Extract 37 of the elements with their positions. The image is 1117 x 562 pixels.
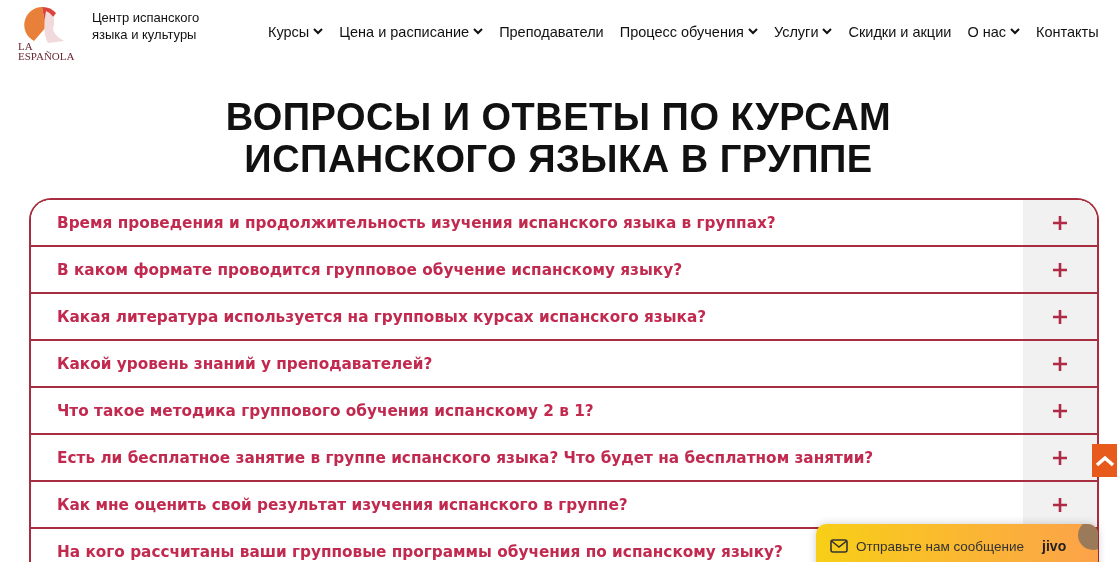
toggle-button[interactable] <box>1023 294 1097 339</box>
chevron-down-icon <box>747 28 758 35</box>
chevron-down-icon <box>473 28 484 35</box>
toggle-button[interactable] <box>1023 200 1097 245</box>
toggle-button[interactable] <box>1023 482 1097 527</box>
nav-link[interactable]: Процесс обучения <box>611 23 766 40</box>
nav-link[interactable]: Услуги <box>765 23 841 40</box>
toggle-button[interactable] <box>1023 341 1097 386</box>
plus-icon <box>1053 356 1067 371</box>
logo-text: ESPAÑOLA <box>18 51 75 61</box>
site-name: Центр испанского языка и культуры <box>92 9 201 43</box>
chevron-down-icon <box>313 28 324 35</box>
envelope-icon <box>830 539 848 553</box>
toggle-button[interactable] <box>1023 435 1097 480</box>
plus-icon <box>1053 215 1067 230</box>
page-heading: ВОПРОСЫ И ОТВЕТЫ ПО КУРСАМ ИСПАНСКОГО ЯЗЫКА В ГРУППЕ <box>224 96 893 180</box>
nav-link[interactable]: Контакты <box>1028 23 1107 40</box>
plus-icon <box>1053 262 1067 277</box>
plus-icon <box>1053 450 1067 465</box>
plus-icon <box>1053 309 1067 324</box>
brand-label: jivo <box>1042 538 1067 554</box>
scroll-top-button[interactable] <box>1092 444 1117 477</box>
chevron-up-icon <box>1094 454 1115 467</box>
nav-link[interactable]: О нас <box>959 23 1028 40</box>
chevron-down-icon <box>1010 28 1020 35</box>
plus-icon <box>1053 497 1067 512</box>
logo-text: LA <box>18 41 33 51</box>
nav-link[interactable]: Цена и расписание <box>331 23 492 40</box>
nav-link[interactable]: Преподаватели <box>491 23 612 40</box>
nav-link[interactable]: Курсы <box>260 23 332 40</box>
chat-label: Отправьте нам сообщение <box>856 538 1025 554</box>
nav-link[interactable]: Скидки и акции <box>840 23 960 40</box>
plus-icon <box>1053 403 1067 418</box>
chevron-down-icon <box>822 28 833 35</box>
toggle-button[interactable] <box>1023 247 1097 292</box>
toggle-button[interactable] <box>1023 388 1097 433</box>
chat-widget[interactable]: Отправьте нам сообщение jivo <box>816 524 1098 562</box>
